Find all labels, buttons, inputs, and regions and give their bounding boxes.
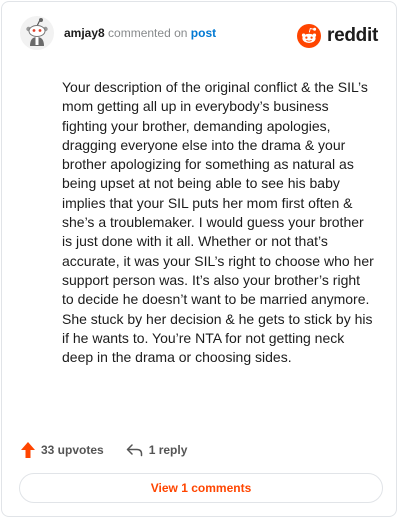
comment-header: amjay8 commented on post reddit (20, 16, 382, 56)
upvote-arrow-icon (21, 442, 35, 458)
username-link[interactable]: amjay8 (64, 26, 105, 40)
comment-card: amjay8 commented on post reddit Your des… (1, 1, 397, 517)
author-line: amjay8 commented on post (64, 26, 216, 40)
reply-arrow-icon (126, 444, 142, 457)
reddit-alien-icon (297, 24, 322, 48)
replies-button[interactable]: 1 reply (126, 443, 188, 457)
upvote-button[interactable]: 33 upvotes (20, 441, 104, 459)
snoo-avatar-icon (20, 16, 54, 50)
post-link[interactable]: post (191, 26, 216, 40)
view-comments-label: View 1 comments (150, 481, 252, 495)
action-text: commented on (108, 26, 188, 40)
upvote-count: 33 upvotes (41, 443, 104, 457)
view-comments-button[interactable]: View 1 comments (19, 473, 383, 503)
reply-count: 1 reply (148, 443, 188, 457)
comment-body: Your description of the original conflic… (62, 79, 374, 366)
comment-footer: 33 upvotes 1 reply (20, 440, 187, 460)
reddit-wordmark: reddit (327, 25, 378, 46)
reddit-brand[interactable]: reddit (297, 23, 378, 49)
user-avatar[interactable] (20, 16, 54, 50)
